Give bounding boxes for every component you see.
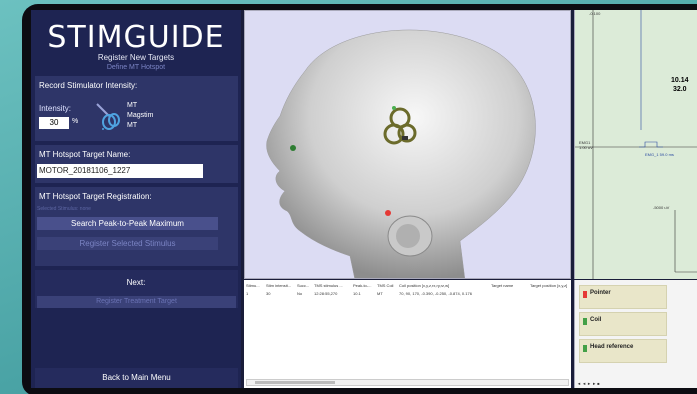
- percent-unit: %: [72, 118, 79, 125]
- page-subtitle: Register New Targets: [97, 53, 175, 62]
- stimulator-info: MT Magstim MT: [127, 101, 153, 131]
- selected-stimulus-hint: Selected Stimulus: none: [37, 206, 91, 212]
- step-label: Define MT Hotspot: [106, 64, 166, 71]
- col-header-stimulus[interactable]: Stimu...: [246, 283, 260, 288]
- intensity-section-title: Record Stimulator Intensity:: [39, 81, 138, 90]
- stimulator-option-1: MT: [127, 102, 138, 109]
- status-pointer: Pointer: [579, 285, 667, 309]
- stimulator-option-3: MT: [127, 122, 138, 129]
- emg-waveform-panel: -0.100 EMG1 1.00 uV EMG_1 59.0 ms -5000 …: [574, 10, 697, 279]
- target-name-title: MT Hotspot Target Name:: [39, 150, 131, 159]
- col-header-target-name[interactable]: Target name: [491, 283, 513, 288]
- peak-value: 10.14: [671, 77, 689, 84]
- search-peak-button[interactable]: Search Peak-to-Peak Maximum: [37, 217, 218, 230]
- nasion-marker-icon: [290, 145, 296, 151]
- app-logo: STIMGUIDE: [47, 20, 225, 55]
- intensity-input[interactable]: 30: [39, 117, 69, 129]
- peak-unit: 32.0: [672, 86, 687, 93]
- cell-time: 12:28:55,270: [314, 291, 338, 296]
- pointer-status-icon: [583, 291, 587, 298]
- register-treatment-button[interactable]: Register Treatment Target: [37, 296, 236, 308]
- cell-success: No: [297, 291, 303, 296]
- cell-peak: 10.1: [353, 291, 361, 296]
- emg-trace: [575, 10, 697, 279]
- tracking-status-panel: Pointer Coil Head reference ◄ ◄ ► ► ■: [574, 280, 697, 388]
- col-header-target-position[interactable]: Target position [x,y,z]: [530, 283, 567, 288]
- cell-coil: MT: [377, 291, 383, 296]
- next-label: Next:: [126, 278, 146, 287]
- emg-trace-label: EMG_1 59.0 ms: [645, 152, 674, 157]
- head-reference-status-icon: [583, 345, 587, 352]
- stimulus-table: Stimu... Stim intensit... Succ... TMS st…: [244, 280, 571, 388]
- scrollbar-thumb[interactable]: [255, 381, 335, 384]
- cell-stimulus: 1: [246, 291, 249, 296]
- status-coil-label: Coil: [590, 317, 602, 323]
- tms-coil-icon: [96, 103, 120, 130]
- col-header-time[interactable]: TMS stimulus ...: [314, 283, 343, 288]
- peak-to-peak-readout: 10.14 32.0: [671, 76, 689, 94]
- col-header-intensity[interactable]: Stim intensit...: [266, 283, 291, 288]
- head-model: [266, 29, 536, 278]
- ear-marker-icon: [385, 210, 391, 216]
- target-name-input[interactable]: MOTOR_20181106_1227: [37, 164, 203, 178]
- col-header-success[interactable]: Succ...: [297, 283, 309, 288]
- head-3d-view[interactable]: [244, 10, 571, 279]
- emg-scale-label: -5000 uV: [653, 205, 670, 210]
- back-to-main-button[interactable]: Back to Main Menu: [35, 371, 238, 385]
- emg-channel-sub: 1.00 uV: [579, 145, 593, 150]
- status-pointer-label: Pointer: [590, 290, 611, 296]
- table-horizontal-scrollbar[interactable]: [246, 379, 569, 386]
- registration-title: MT Hotspot Target Registration:: [39, 192, 152, 201]
- cell-intensity: 30: [266, 291, 271, 296]
- intensity-label: Intensity:: [39, 104, 72, 113]
- register-stimulus-button[interactable]: Register Selected Stimulus: [37, 237, 218, 250]
- status-coil: Coil: [579, 312, 667, 336]
- cell-coil-position: 70, 90, 170, -0.390, -0.250, -0.874, 0.1…: [399, 291, 472, 296]
- panel-nav-controls[interactable]: ◄ ◄ ► ► ■: [577, 381, 600, 386]
- stimulator-option-2: Magstim: [127, 112, 154, 119]
- col-header-coil-position[interactable]: Coil position [x,y,z,rx,ry,rz,w]: [399, 283, 449, 288]
- status-head-reference: Head reference: [579, 339, 667, 363]
- application-window: STIMGUIDE Register New Targets Define MT…: [31, 10, 697, 388]
- col-header-coil[interactable]: TMS Coil: [377, 283, 393, 288]
- col-header-peak[interactable]: Peak-to-...: [353, 283, 371, 288]
- coil-status-icon: [583, 318, 587, 325]
- footer-bar: Back to Main Menu: [35, 368, 238, 388]
- status-head-reference-label: Head reference: [590, 344, 634, 350]
- left-control-panel: STIMGUIDE Register New Targets Define MT…: [31, 10, 241, 388]
